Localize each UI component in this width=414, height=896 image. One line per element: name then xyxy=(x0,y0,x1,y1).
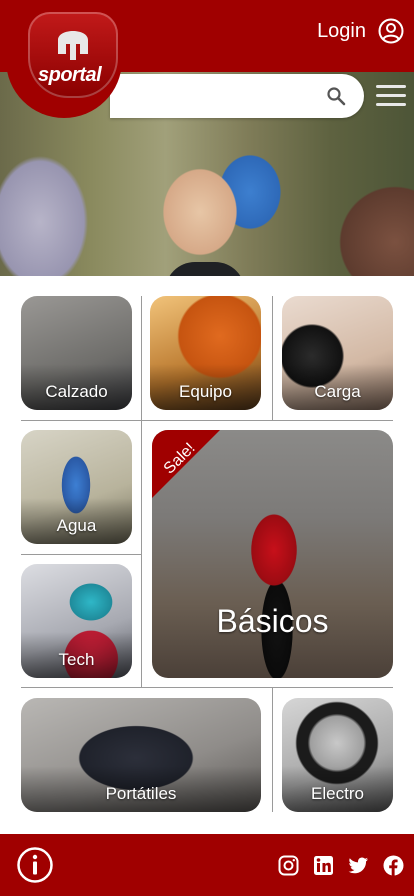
category-label: Portátiles xyxy=(105,784,177,803)
linkedin-icon[interactable] xyxy=(313,855,334,876)
search-icon[interactable] xyxy=(326,86,346,106)
twitter-icon[interactable] xyxy=(348,855,369,876)
spartan-helmet-icon xyxy=(58,31,88,60)
info-icon[interactable] xyxy=(16,846,54,884)
grid-divider xyxy=(272,688,273,812)
grid-divider xyxy=(141,296,142,688)
footer-bar xyxy=(0,834,414,896)
hero-runner xyxy=(165,262,245,276)
logo-brand-text: sportal xyxy=(38,64,102,86)
category-tile-calzado[interactable]: Calzado xyxy=(21,296,132,410)
category-label: Electro xyxy=(311,784,364,803)
category-label: Tech xyxy=(58,650,95,669)
category-label: Básicos xyxy=(216,603,329,639)
category-label: Agua xyxy=(56,516,97,535)
facebook-icon[interactable] xyxy=(383,855,404,876)
login-link[interactable]: Login xyxy=(317,18,404,44)
category-tile-agua[interactable]: Agua xyxy=(21,430,132,544)
category-tile-basicos[interactable]: Sale! Básicos xyxy=(152,430,393,678)
category-tile-carga[interactable]: Carga xyxy=(282,296,393,410)
category-tile-equipo[interactable]: Equipo xyxy=(150,296,261,410)
category-tile-tech[interactable]: Tech xyxy=(21,564,132,678)
grid-divider xyxy=(21,687,393,688)
search-bar[interactable] xyxy=(110,74,364,118)
instagram-icon[interactable] xyxy=(278,855,299,876)
category-label: Equipo xyxy=(179,382,232,401)
hamburger-menu-icon[interactable] xyxy=(376,85,406,107)
category-tile-electro[interactable]: Electro xyxy=(282,698,393,812)
user-circle-icon xyxy=(378,18,404,44)
category-label: Calzado xyxy=(45,382,108,401)
grid-divider xyxy=(21,554,141,555)
category-label: Carga xyxy=(314,382,361,401)
grid-divider xyxy=(21,420,393,421)
category-tile-portatiles[interactable]: Portátiles xyxy=(21,698,261,812)
social-links xyxy=(278,855,404,876)
login-label: Login xyxy=(317,19,366,42)
grid-divider xyxy=(272,296,273,420)
